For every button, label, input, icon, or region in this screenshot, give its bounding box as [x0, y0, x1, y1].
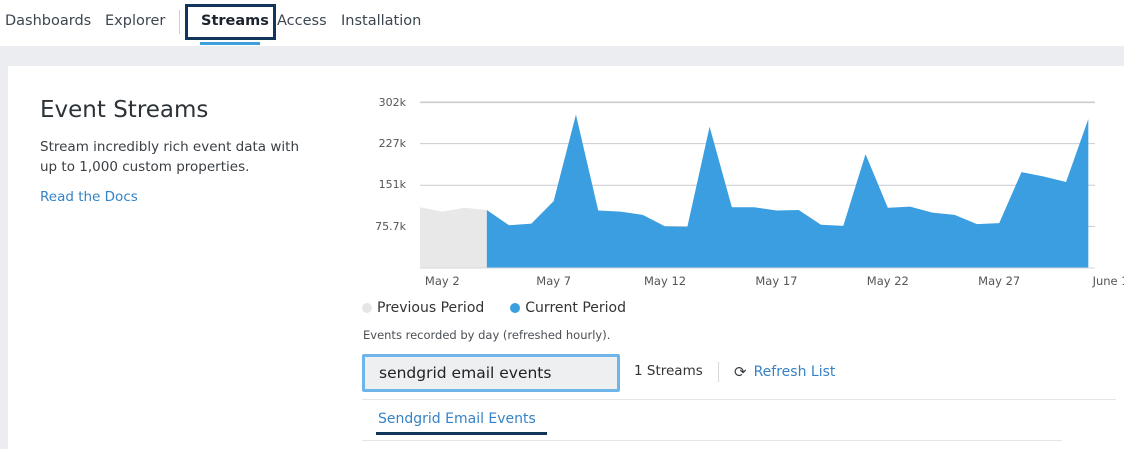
divider: [362, 399, 1116, 400]
events-chart: 302k 227k 151k 75.7k May 2 May 7 May 12 May 17 M…: [350, 90, 1124, 290]
legend-label-current: Current Period: [525, 300, 626, 316]
events-chart-svg: [420, 101, 1095, 269]
count-divider: [718, 362, 719, 382]
nav-explorer[interactable]: Explorer: [105, 13, 165, 29]
y-tick-label: 302k: [378, 95, 406, 109]
x-tick-label: May 17: [755, 274, 798, 288]
x-tick-label: June 1: [1092, 274, 1124, 288]
nav-active-underline: [200, 42, 260, 45]
legend-item-current[interactable]: Current Period: [510, 300, 626, 316]
series-previous-period[interactable]: [420, 207, 487, 268]
refresh-list-label: Refresh List: [753, 364, 836, 380]
x-tick-label: May 12: [644, 274, 687, 288]
stream-search-input[interactable]: [362, 354, 620, 392]
x-tick-label: May 7: [536, 274, 572, 288]
x-tick-label: May 27: [978, 274, 1021, 288]
y-tick-label: 227k: [378, 136, 406, 150]
chart-legend: Previous Period Current Period: [362, 300, 652, 316]
x-tick-label: May 22: [866, 274, 909, 288]
y-tick-label: 75.7k: [375, 219, 406, 233]
read-docs-link[interactable]: Read the Docs: [40, 189, 138, 205]
legend-dot-current: [510, 303, 521, 313]
nav-access[interactable]: Access: [277, 13, 327, 29]
chart-caption: Events recorded by day (refreshed hourly…: [363, 328, 611, 342]
stream-count: 1 Streams: [634, 363, 703, 379]
stream-item-active-underline: [376, 432, 547, 435]
x-tick-label: May 2: [424, 274, 460, 288]
page-description: Stream incredibly rich event data with u…: [40, 139, 299, 175]
series-current-period[interactable]: [486, 114, 1089, 269]
divider: [362, 440, 1062, 441]
legend-label-previous: Previous Period: [377, 300, 485, 316]
stream-item-sendgrid[interactable]: Sendgrid Email Events: [378, 411, 536, 427]
nav-streams[interactable]: Streams: [201, 13, 269, 29]
refresh-icon: ⟳: [734, 363, 747, 381]
nav-divider: [179, 10, 180, 34]
nav-installation[interactable]: Installation: [341, 13, 421, 29]
nav-dashboards[interactable]: Dashboards: [5, 13, 91, 29]
y-tick-label: 151k: [378, 178, 406, 192]
refresh-list-button[interactable]: ⟳ Refresh List: [734, 363, 835, 381]
top-nav: Dashboards Explorer Streams Access Insta…: [0, 0, 1124, 46]
legend-item-previous[interactable]: Previous Period: [362, 300, 484, 316]
page-title: Event Streams: [40, 97, 209, 123]
legend-dot-previous: [362, 303, 372, 313]
